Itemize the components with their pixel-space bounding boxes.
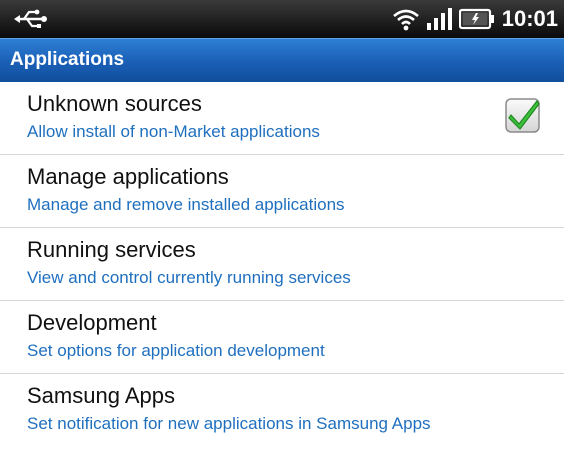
setting-title: Samsung Apps xyxy=(27,383,175,408)
status-clock: 10:01 xyxy=(501,6,558,31)
setting-summary: Allow install of non-Market applications xyxy=(27,122,320,141)
title-bar: Applications xyxy=(0,38,564,82)
setting-title: Running services xyxy=(27,237,196,262)
signal-icon xyxy=(426,8,452,30)
setting-summary: Set notification for new applications in… xyxy=(27,414,431,433)
setting-title: Unknown sources xyxy=(27,91,202,116)
settings-list: Unknown sources Allow install of non-Mar… xyxy=(0,82,564,447)
setting-summary: View and control currently running servi… xyxy=(27,268,351,287)
setting-unknown-sources[interactable]: Unknown sources Allow install of non-Mar… xyxy=(0,82,564,155)
battery-icon xyxy=(458,8,494,30)
status-bar: 10:01 xyxy=(0,0,564,38)
setting-running-services[interactable]: Running services View and control curren… xyxy=(0,228,564,301)
setting-samsung-apps[interactable]: Samsung Apps Set notification for new ap… xyxy=(0,374,564,447)
wifi-icon xyxy=(392,9,419,31)
setting-development[interactable]: Development Set options for application … xyxy=(0,301,564,374)
unknown-sources-checkbox[interactable] xyxy=(504,96,542,134)
page-title: Applications xyxy=(10,49,125,70)
android-screen: 10:01 Applications Unknown sources Allow… xyxy=(0,0,564,450)
setting-manage-applications[interactable]: Manage applications Manage and remove in… xyxy=(0,155,564,228)
setting-summary: Manage and remove installed applications xyxy=(27,195,345,214)
setting-title: Manage applications xyxy=(27,164,229,189)
setting-title: Development xyxy=(27,310,157,335)
setting-summary: Set options for application development xyxy=(27,341,325,360)
usb-icon xyxy=(14,9,47,28)
status-icons: 10:01 xyxy=(391,0,558,38)
